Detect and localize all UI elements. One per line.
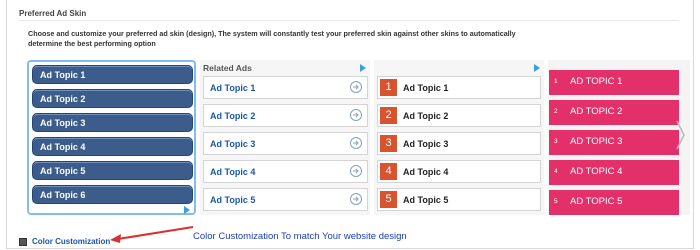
numbered-ad-label: Ad Topic 4 xyxy=(403,167,449,177)
numbered-ad-index: 1 xyxy=(380,79,397,96)
numbered-ad-index: 3 xyxy=(380,135,397,152)
skin-option-related[interactable]: Related Ads Ad Topic 1 Ad Topic 2 Ad Top… xyxy=(200,60,370,215)
numbered-ad-label: Ad Topic 2 xyxy=(403,111,449,121)
related-ad-label: Ad Topic 5 xyxy=(210,195,256,205)
pink-ad-item: 4 AD TOPIC 4 xyxy=(549,160,679,185)
skin-option-numbered[interactable]: 1 Ad Topic 1 2 Ad Topic 2 3 Ad Topic 3 4 Ad … xyxy=(374,60,544,215)
divider xyxy=(19,20,679,21)
skin-blue-item: Ad Topic 4 xyxy=(32,137,193,156)
numbered-ad-index: 4 xyxy=(380,163,397,180)
adchoices-icon xyxy=(534,64,540,72)
skin-blue-item-label: Ad Topic 2 xyxy=(40,94,86,104)
pink-ad-label: AD TOPIC 1 xyxy=(570,76,623,87)
pink-ad-index: 5 xyxy=(554,198,558,205)
skin-blue-item-label: Ad Topic 4 xyxy=(40,142,86,152)
skin-option-pink[interactable]: 1 AD TOPIC 1 2 AD TOPIC 2 3 AD TOPIC 3 4 AD … xyxy=(548,60,690,215)
color-customization-link[interactable]: Color Customization xyxy=(32,237,110,246)
pink-ad-label: AD TOPIC 3 xyxy=(570,136,623,147)
related-ad-label: Ad Topic 2 xyxy=(210,111,256,121)
arrow-circle-icon xyxy=(350,165,362,177)
numbered-ad-item: 5 Ad Topic 5 xyxy=(377,188,541,211)
numbered-ad-item: 3 Ad Topic 3 xyxy=(377,132,541,155)
pink-ad-index: 3 xyxy=(554,138,558,145)
related-ad-item: Ad Topic 4 xyxy=(203,160,368,183)
skin-option-blue[interactable]: Ad Topic 1 Ad Topic 2 Ad Topic 3 Ad Topi… xyxy=(27,60,196,215)
adchoices-icon xyxy=(184,206,190,214)
skin-blue-item-label: Ad Topic 3 xyxy=(40,118,86,128)
pink-ad-label: AD TOPIC 4 xyxy=(570,166,623,177)
skin-blue-item: Ad Topic 2 xyxy=(32,89,193,108)
related-ad-label: Ad Topic 1 xyxy=(210,83,256,93)
related-ad-label: Ad Topic 3 xyxy=(210,139,256,149)
pink-ad-item: 5 AD TOPIC 5 xyxy=(549,190,679,215)
related-ad-item: Ad Topic 1 xyxy=(203,76,368,99)
adchoices-icon xyxy=(360,64,366,72)
numbered-ad-label: Ad Topic 3 xyxy=(403,139,449,149)
skin-blue-item-label: Ad Topic 6 xyxy=(40,190,86,200)
numbered-ad-label: Ad Topic 5 xyxy=(403,195,449,205)
numbered-ad-label: Ad Topic 1 xyxy=(403,83,449,93)
pink-ad-index: 2 xyxy=(554,108,558,115)
annotation-arrow-icon xyxy=(110,226,194,243)
related-ads-header: Related Ads xyxy=(203,63,252,73)
skin-blue-item: Ad Topic 1 xyxy=(32,65,193,84)
numbered-ad-item: 2 Ad Topic 2 xyxy=(377,104,541,127)
pink-ad-index: 1 xyxy=(554,78,558,85)
pink-ad-item: 1 AD TOPIC 1 xyxy=(549,70,679,95)
arrow-circle-icon xyxy=(350,109,362,121)
pink-ad-item: 3 AD TOPIC 3 xyxy=(549,130,679,155)
numbered-ad-item: 4 Ad Topic 4 xyxy=(377,160,541,183)
numbered-ad-index: 5 xyxy=(380,191,397,208)
related-ad-item: Ad Topic 5 xyxy=(203,188,368,211)
annotation-text: Color Customization To match Your websit… xyxy=(193,231,407,242)
pink-ad-label: AD TOPIC 2 xyxy=(570,106,623,117)
skin-blue-item: Ad Topic 5 xyxy=(32,161,193,180)
arrow-circle-icon xyxy=(350,193,362,205)
section-title: Preferred Ad Skin xyxy=(19,9,87,18)
related-ad-item: Ad Topic 3 xyxy=(203,132,368,155)
pink-ad-item: 2 AD TOPIC 2 xyxy=(549,100,679,125)
pink-ad-label: AD TOPIC 5 xyxy=(570,196,623,207)
section-description: Choose and customize your preferred ad s… xyxy=(28,29,516,48)
arrow-circle-icon xyxy=(350,137,362,149)
skin-blue-item: Ad Topic 3 xyxy=(32,113,193,132)
skin-blue-item-label: Ad Topic 5 xyxy=(40,166,86,176)
arrow-circle-icon xyxy=(350,81,362,93)
related-ad-item: Ad Topic 2 xyxy=(203,104,368,127)
related-ad-label: Ad Topic 4 xyxy=(210,167,256,177)
skin-blue-item-label: Ad Topic 1 xyxy=(40,70,86,80)
numbered-ad-index: 2 xyxy=(380,107,397,124)
skin-blue-item: Ad Topic 6 xyxy=(32,185,193,204)
chevron-right-icon[interactable] xyxy=(676,120,686,150)
color-palette-icon[interactable] xyxy=(19,238,27,246)
pink-ad-index: 4 xyxy=(554,168,558,175)
numbered-ad-item: 1 Ad Topic 1 xyxy=(377,76,541,99)
